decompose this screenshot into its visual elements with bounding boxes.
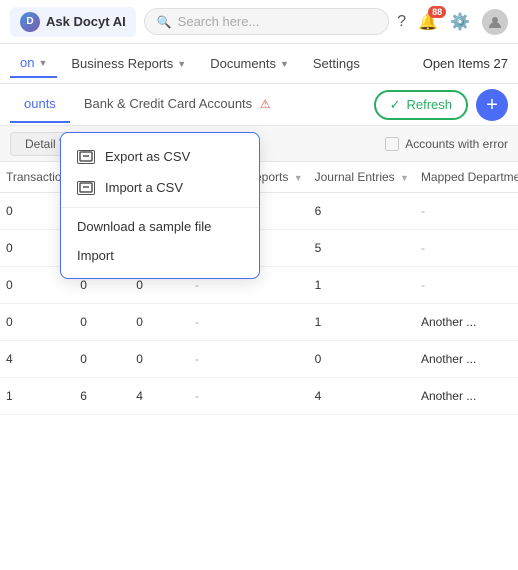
dropdown-item-import[interactable]: Import: [61, 241, 259, 270]
col-header-journal[interactable]: Journal Entries ▼: [309, 162, 415, 193]
table-cell: Another ...: [415, 341, 518, 378]
table-row: 400-0Another ...09/18/2019···: [0, 341, 518, 378]
dropdown-item-export-csv-label: Export as CSV: [105, 149, 190, 164]
table-cell: -: [415, 267, 518, 304]
table-cell: 0: [74, 341, 130, 378]
col-header-mapped: Mapped Departments: [415, 162, 518, 193]
nav-item-documents-label: Documents: [210, 56, 276, 71]
add-button[interactable]: +: [476, 89, 508, 121]
search-icon: 🔍: [157, 15, 172, 29]
dropdown-menu: Export as CSV Import a CSV Download a sa…: [60, 132, 260, 279]
dropdown-divider: [61, 207, 259, 208]
tab-accounts[interactable]: ounts: [10, 86, 70, 123]
avatar[interactable]: [482, 9, 508, 35]
tab-actions: ✓ Refresh +: [374, 89, 508, 121]
table-cell: 1: [0, 378, 74, 415]
nav-chevron-on: ▼: [38, 58, 47, 68]
dropdown-item-import-csv-label: Import a CSV: [105, 180, 183, 195]
notification-badge: 88: [428, 6, 446, 18]
nav-item-settings[interactable]: Settings: [303, 50, 370, 77]
header-icons: ? 🔔 88 ⚙️: [397, 9, 508, 35]
accounts-with-error-filter[interactable]: Accounts with error: [385, 137, 508, 151]
logo-badge[interactable]: D Ask Docyt AI: [10, 7, 136, 37]
tab-warning-icon: ⚠: [260, 97, 271, 111]
table-cell: 6: [74, 378, 130, 415]
table-cell: Another ...: [415, 304, 518, 341]
table-cell: 0: [0, 304, 74, 341]
nav-item-business-reports[interactable]: Business Reports ▼: [61, 50, 196, 77]
refresh-label: Refresh: [406, 97, 452, 112]
refresh-check-icon: ✓: [390, 97, 401, 113]
table-row: 164-4Another ...10/08/2020···: [0, 378, 518, 415]
table-cell: 0: [130, 341, 189, 378]
logo-icon: D: [20, 12, 40, 32]
import-csv-icon: [77, 181, 95, 195]
bell-icon[interactable]: 🔔 88: [418, 12, 438, 32]
nav-item-business-reports-label: Business Reports: [71, 56, 173, 71]
journal-sort-icon: ▼: [400, 173, 409, 183]
logo-text: Ask Docyt AI: [46, 14, 126, 29]
dropdown-item-export-csv[interactable]: Export as CSV: [61, 141, 259, 172]
help-icon[interactable]: ?: [397, 13, 406, 31]
table-cell: 4: [0, 341, 74, 378]
main-nav: on ▼ Business Reports ▼ Documents ▼ Sett…: [0, 44, 518, 84]
export-csv-icon: [77, 150, 95, 164]
revenue-sort-icon: ▼: [294, 173, 303, 183]
table-cell: Another ...: [415, 378, 518, 415]
nav-item-documents[interactable]: Documents ▼: [200, 50, 299, 77]
dropdown-item-download-sample[interactable]: Download a sample file: [61, 212, 259, 241]
accounts-with-error-checkbox[interactable]: [385, 137, 399, 151]
refresh-button[interactable]: ✓ Refresh: [374, 90, 468, 120]
table-cell: 4: [309, 378, 415, 415]
tabs-row: ounts Bank & Credit Card Accounts ⚠ ✓ Re…: [0, 84, 518, 126]
tab-bank-accounts[interactable]: Bank & Credit Card Accounts ⚠: [70, 86, 285, 123]
dropdown-item-import-csv[interactable]: Import a CSV: [61, 172, 259, 203]
table-cell: 6: [309, 193, 415, 230]
table-cell: -: [189, 304, 309, 341]
search-bar[interactable]: 🔍 Search here...: [144, 8, 390, 35]
search-placeholder: Search here...: [178, 14, 260, 29]
nav-item-on-label: on: [20, 55, 34, 70]
nav-item-on[interactable]: on ▼: [10, 49, 57, 78]
table-cell: -: [415, 193, 518, 230]
nav-item-settings-label: Settings: [313, 56, 360, 71]
table-cell: -: [189, 378, 309, 415]
table-cell: 0: [130, 304, 189, 341]
table-cell: 0: [309, 341, 415, 378]
nav-chevron-business: ▼: [177, 59, 186, 69]
table-cell: 4: [130, 378, 189, 415]
app-header: D Ask Docyt AI 🔍 Search here... ? 🔔 88 ⚙…: [0, 0, 518, 44]
table-cell: 1: [309, 304, 415, 341]
table-cell: 5: [309, 230, 415, 267]
table-cell: -: [189, 341, 309, 378]
table-cell: 1: [309, 267, 415, 304]
nav-open-items[interactable]: Open Items 27: [423, 56, 508, 71]
table-cell: 0: [74, 304, 130, 341]
nav-chevron-documents: ▼: [280, 59, 289, 69]
table-cell: -: [415, 230, 518, 267]
gear-icon[interactable]: ⚙️: [450, 12, 470, 32]
table-row: 000-1Another ...09/18/2019···: [0, 304, 518, 341]
